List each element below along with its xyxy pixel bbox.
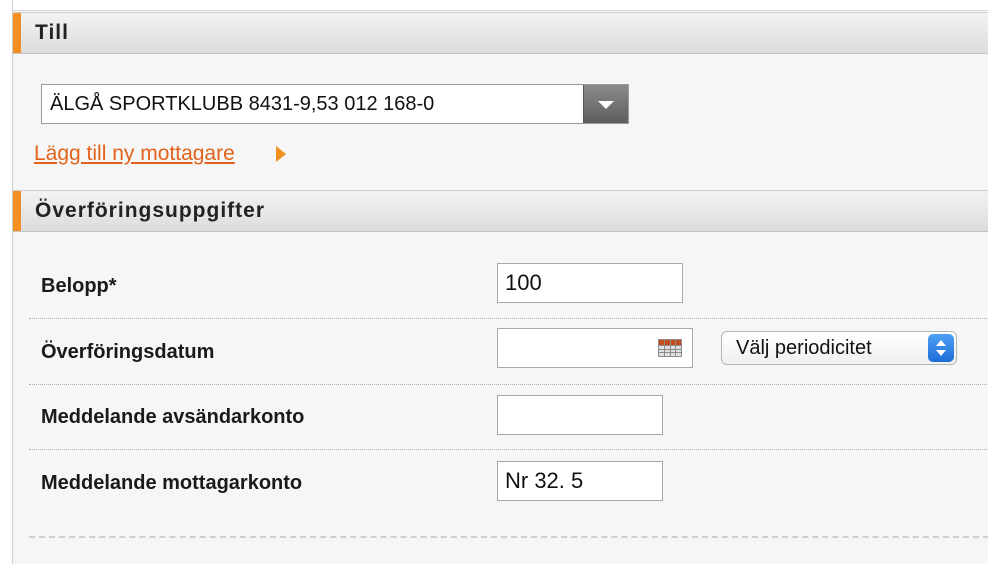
- periodicity-select-value: Välj periodicitet: [736, 337, 872, 359]
- transfer-form: Till ÄLGÅ SPORTKLUBB 8431-9,53 012 168-0…: [12, 0, 988, 564]
- section-accent-bar: [13, 191, 21, 231]
- row-divider: [29, 449, 988, 450]
- select-stepper-icon: [928, 334, 954, 362]
- dropdown-button[interactable]: [583, 85, 628, 123]
- add-recipient-link[interactable]: Lägg till ny mottagare: [34, 142, 235, 166]
- recipient-message-label: Meddelande mottagarkonto: [41, 472, 303, 494]
- sender-message-input[interactable]: [497, 395, 663, 435]
- recipient-message-input[interactable]: Nr 32. 5: [497, 461, 663, 501]
- section-header-details: Överföringsuppgifter: [13, 190, 988, 232]
- top-border: [13, 0, 988, 11]
- periodicity-select[interactable]: Välj periodicitet: [721, 331, 957, 365]
- sender-message-label: Meddelande avsändarkonto: [41, 406, 305, 428]
- arrow-right-icon: [276, 146, 286, 162]
- amount-input[interactable]: 100: [497, 263, 683, 303]
- section-header-to: Till: [13, 12, 988, 54]
- recipient-select[interactable]: ÄLGÅ SPORTKLUBB 8431-9,53 012 168-0: [41, 84, 629, 124]
- calendar-icon[interactable]: [658, 339, 682, 357]
- recipient-select-value: ÄLGÅ SPORTKLUBB 8431-9,53 012 168-0: [50, 93, 435, 115]
- date-input[interactable]: [497, 328, 693, 368]
- chevron-down-icon: [598, 101, 614, 109]
- section-accent-bar: [13, 13, 21, 53]
- section-title-details: Överföringsuppgifter: [35, 199, 266, 222]
- row-divider: [29, 318, 988, 319]
- section-title-to: Till: [35, 21, 69, 44]
- section-bottom-divider: [29, 536, 988, 538]
- amount-label: Belopp*: [41, 275, 117, 297]
- date-label: Överföringsdatum: [41, 341, 215, 363]
